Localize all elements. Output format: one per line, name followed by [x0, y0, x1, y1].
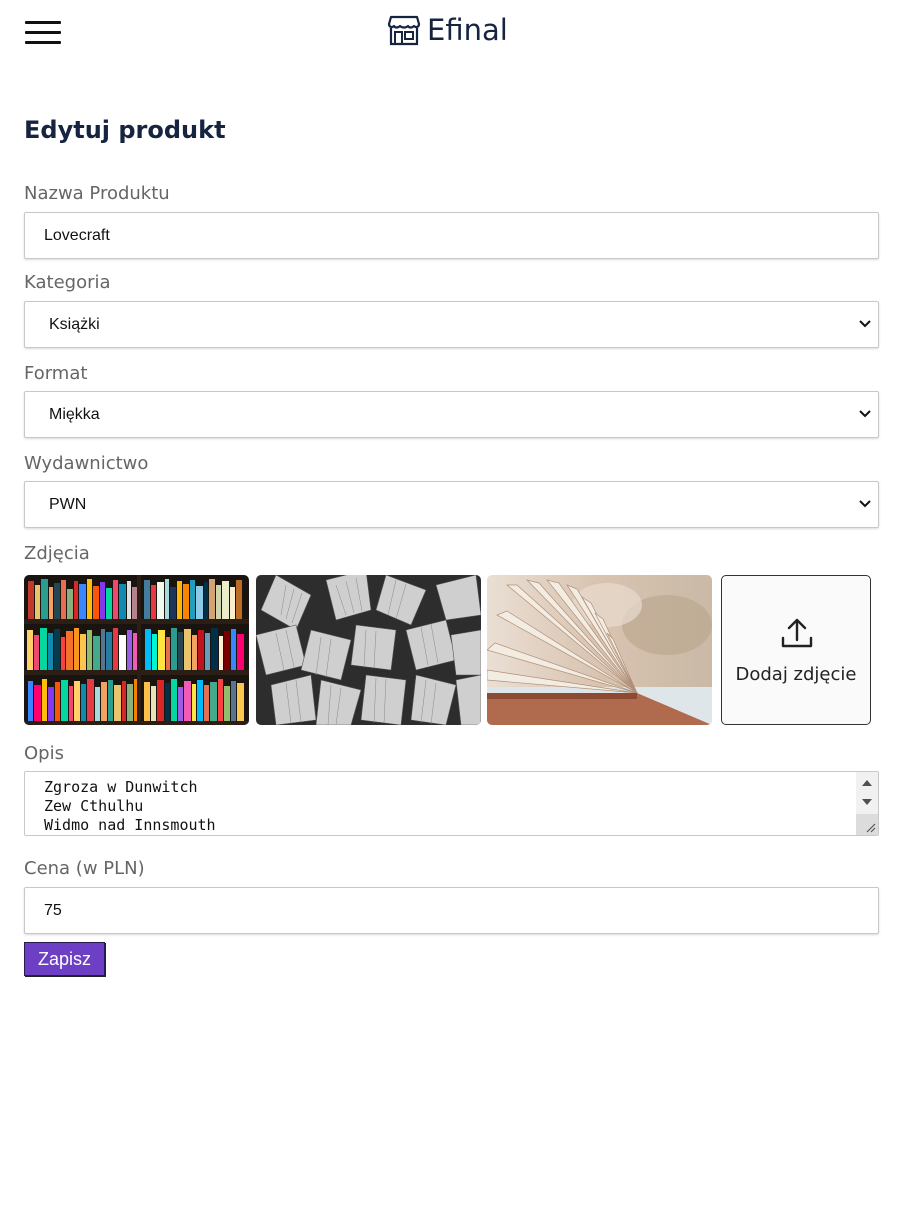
price-label: Cena (w PLN) — [24, 858, 145, 879]
storefront-icon — [387, 15, 421, 46]
scroll-down-arrow-icon[interactable] — [862, 799, 872, 805]
description-label: Opis — [24, 743, 64, 764]
add-photo-button[interactable]: Dodaj zdjęcie — [721, 575, 871, 725]
photo-gallery: Dodaj zdjęcie — [24, 575, 879, 725]
photo-thumbnail-open-book[interactable] — [487, 575, 712, 725]
description-line: Zgroza w Dunwitch — [44, 778, 198, 796]
page-title: Edytuj produkt — [24, 116, 226, 144]
publisher-select[interactable]: PWN — [24, 481, 879, 528]
description-textarea[interactable]: Zgroza w Dunwitch Zew Cthulhu Widmo nad … — [24, 771, 879, 836]
photo-thumbnail-bookshelf[interactable] — [24, 575, 249, 725]
format-select[interactable]: Miękka — [24, 391, 879, 438]
header: Efinal — [0, 0, 902, 70]
brand-logo[interactable]: Efinal — [387, 10, 508, 50]
format-label: Format — [24, 363, 88, 384]
upload-icon — [781, 618, 813, 648]
description-line: Widmo nad Innsmouth — [44, 816, 216, 834]
price-input[interactable] — [25, 888, 878, 933]
chevron-down-icon — [859, 320, 871, 328]
description-line: Zew Cthulhu — [44, 797, 144, 815]
resize-grip-icon — [866, 823, 876, 833]
photos-label: Zdjęcia — [24, 543, 90, 564]
hamburger-menu-icon[interactable] — [25, 21, 61, 45]
category-label: Kategoria — [24, 272, 111, 293]
photo-thumbnail-open-books[interactable] — [256, 575, 481, 725]
textarea-resize-corner[interactable] — [856, 814, 878, 835]
save-button[interactable]: Zapisz — [24, 942, 105, 976]
category-select-value: Książki — [49, 316, 100, 333]
chevron-down-icon — [859, 410, 871, 418]
add-photo-label: Dodaj zdjęcie — [735, 664, 857, 685]
description-text: Zgroza w Dunwitch Zew Cthulhu Widmo nad … — [44, 778, 216, 835]
category-select[interactable]: Książki — [24, 301, 879, 348]
price-field[interactable] — [24, 887, 879, 934]
scroll-up-arrow-icon[interactable] — [862, 780, 872, 786]
product-name-label: Nazwa Produktu — [24, 183, 170, 204]
brand-name: Efinal — [427, 13, 508, 47]
format-select-value: Miękka — [49, 406, 100, 423]
textarea-scrollbar[interactable] — [856, 772, 878, 835]
chevron-down-icon — [859, 500, 871, 508]
publisher-select-value: PWN — [49, 496, 87, 513]
product-name-field[interactable] — [24, 212, 879, 259]
product-name-input[interactable] — [25, 213, 878, 258]
publisher-label: Wydawnictwo — [24, 453, 149, 474]
